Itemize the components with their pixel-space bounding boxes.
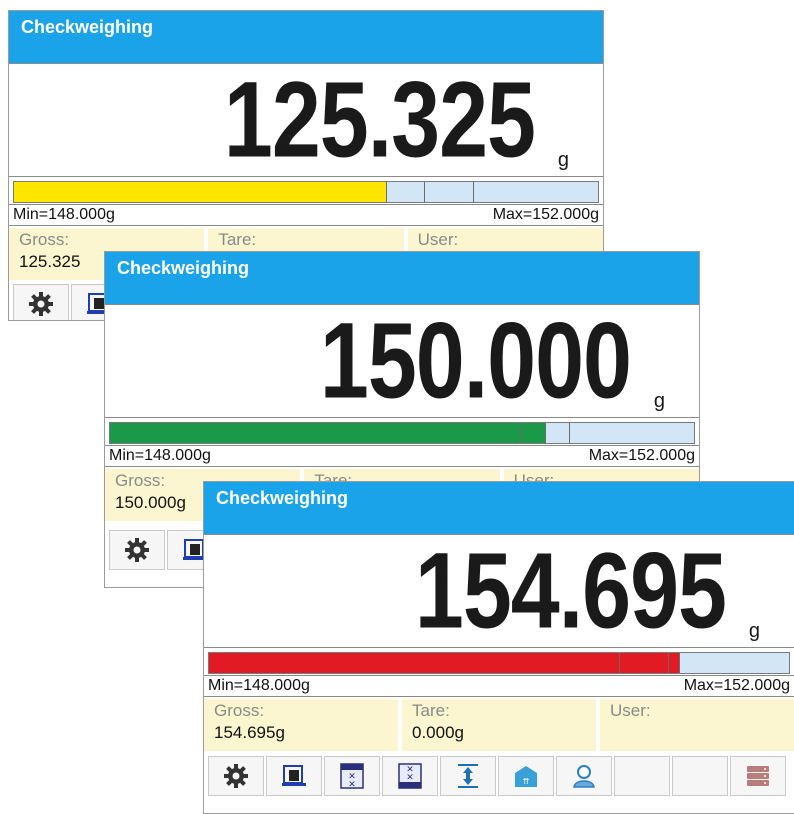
bar-fill <box>209 653 679 673</box>
product-icon: ⇈ <box>515 766 537 787</box>
tare-icon <box>458 764 478 788</box>
svg-text:⇈: ⇈ <box>523 777 530 786</box>
checkweigh-bar <box>13 181 599 203</box>
product-button[interactable]: ⇈ <box>498 756 554 796</box>
limits-row: Min=148.000g Max=152.000g <box>105 445 699 467</box>
button-row: ✕ ✕ ✕ ✕ ⇈ <box>204 756 794 796</box>
title-bar: Checkweighing <box>105 252 699 304</box>
weight-unit: g <box>557 149 569 171</box>
set-thresholds-icon: ✕✕ <box>340 763 364 790</box>
weight-value: 125.325 <box>223 58 536 180</box>
gross-cell: Gross: 154.695g <box>204 699 398 751</box>
weight-value: 150.000 <box>319 299 632 421</box>
gross-label: Gross: <box>214 701 265 720</box>
gross-value: 154.695g <box>214 723 285 742</box>
tare-value: 0.000g <box>412 723 464 742</box>
svg-text:✕: ✕ <box>406 773 414 783</box>
tare-label: Tare: <box>412 701 450 720</box>
screen-title: Checkweighing <box>117 258 250 278</box>
gear-icon <box>224 764 248 788</box>
calibration-button[interactable] <box>266 756 322 796</box>
bar-fill <box>110 423 545 443</box>
checkweigh-bar <box>208 652 790 674</box>
empty-button-1[interactable] <box>614 756 670 796</box>
checkweigh-bar <box>109 422 695 444</box>
limits-row: Min=148.000g Max=152.000g <box>9 204 603 226</box>
gross-label: Gross: <box>19 230 70 249</box>
clear-thresholds-icon: ✕✕ <box>398 763 422 789</box>
set-thresholds-button[interactable]: ✕ ✕ <box>324 756 380 796</box>
max-threshold: Max=152.000g <box>492 206 599 223</box>
weight-display: 125.325 g <box>9 63 603 177</box>
clear-thresholds-button[interactable]: ✕ ✕ <box>382 756 438 796</box>
min-threshold: Min=148.000g <box>109 447 211 464</box>
weight-display: 154.695 g <box>204 534 794 648</box>
tare-cell: Tare: 0.000g <box>402 699 596 751</box>
max-threshold: Max=152.000g <box>588 447 695 464</box>
database-icon <box>747 766 769 786</box>
screen-title: Checkweighing <box>216 488 349 508</box>
info-row: Gross: 154.695g Tare: 0.000g User: <box>204 699 794 751</box>
user-label: User: <box>610 701 651 720</box>
svg-text:✕: ✕ <box>348 780 356 790</box>
user-label: User: <box>417 230 459 249</box>
title-bar: Checkweighing <box>204 482 794 534</box>
weight-unit: g <box>653 390 665 412</box>
min-threshold: Min=148.000g <box>13 206 115 223</box>
user-icon <box>573 765 595 788</box>
gear-icon <box>29 292 53 316</box>
settings-button[interactable] <box>208 756 264 796</box>
checkweighing-screen-3: Checkweighing 154.695 g Min=148.000g Max… <box>203 481 794 814</box>
settings-button[interactable] <box>109 530 165 570</box>
bar-fill <box>14 182 386 202</box>
weight-display: 150.000 g <box>105 304 699 418</box>
user-cell: User: <box>600 699 794 751</box>
limits-row: Min=148.000g Max=152.000g <box>204 675 794 697</box>
min-threshold: Min=148.000g <box>208 677 310 694</box>
settings-button[interactable] <box>13 284 69 320</box>
weight-unit: g <box>748 620 760 642</box>
database-button[interactable] <box>730 756 786 796</box>
calibration-weight-icon <box>282 765 306 786</box>
gear-icon <box>125 538 149 562</box>
user-button[interactable] <box>556 756 612 796</box>
empty-button-2[interactable] <box>672 756 728 796</box>
tare-button[interactable] <box>440 756 496 796</box>
title-bar: Checkweighing <box>9 11 603 63</box>
screen-title: Checkweighing <box>21 17 154 37</box>
weight-value: 154.695 <box>414 529 727 651</box>
max-threshold: Max=152.000g <box>683 677 790 694</box>
tare-label: Tare: <box>218 230 257 249</box>
